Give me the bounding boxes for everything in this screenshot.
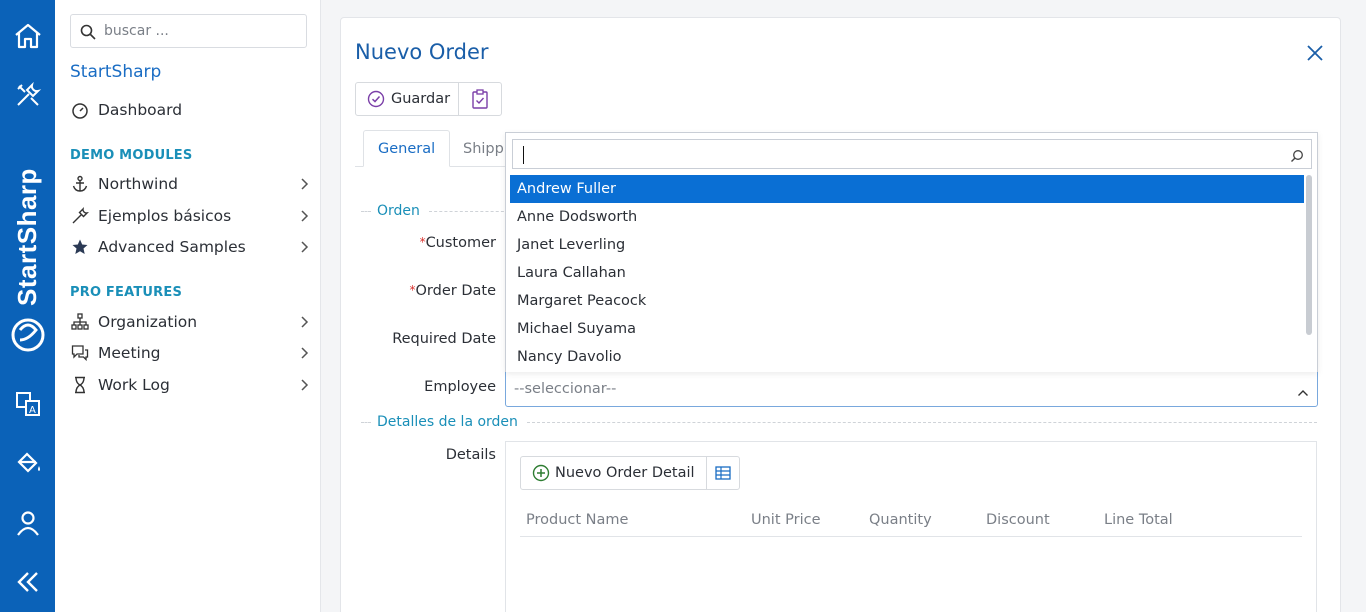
plus-circle-icon — [532, 464, 550, 482]
order-details-grid: Nuevo Order Detail Product Name Unit Pri… — [505, 441, 1317, 612]
search-placeholder: buscar ... — [104, 23, 169, 39]
category-details-label: Detalles de la orden — [377, 414, 518, 430]
section-pro-features: PRO FEATURES — [70, 285, 183, 300]
sidebar-item-label: Dashboard — [98, 101, 183, 119]
clipboard-check-icon — [471, 89, 489, 109]
collapse-icon[interactable] — [0, 560, 55, 604]
star-icon — [70, 237, 90, 257]
search-icon — [1290, 148, 1304, 167]
employee-option[interactable]: Anne Dodsworth — [510, 203, 1304, 231]
column-header-line-total[interactable]: Line Total — [1104, 512, 1173, 528]
order-date-label: *Order Date — [409, 283, 496, 299]
dropdown-search-input[interactable] — [512, 139, 1312, 169]
category-divider — [527, 422, 1317, 423]
category-divider — [361, 211, 371, 212]
sidebar-item-label: Advanced Samples — [98, 238, 246, 256]
chevron-right-icon — [300, 378, 310, 396]
category-divider — [429, 211, 509, 212]
brand-logo: StartSharp — [6, 148, 50, 358]
column-header-quantity[interactable]: Quantity — [869, 512, 932, 528]
chevron-right-icon — [300, 240, 310, 258]
new-order-detail-button[interactable]: Nuevo Order Detail — [520, 456, 707, 490]
chevron-right-icon — [300, 177, 310, 195]
paint-bucket-icon[interactable] — [0, 441, 55, 485]
sidebar: buscar ... StartSharp Dashboard DEMO MOD… — [55, 0, 321, 612]
column-header-discount[interactable]: Discount — [986, 512, 1050, 528]
anchor-icon — [70, 174, 90, 194]
chevron-right-icon — [300, 346, 310, 364]
category-order-label: Orden — [377, 203, 420, 219]
tools-small-icon — [70, 206, 90, 226]
employee-option[interactable]: Michael Suyama — [510, 315, 1304, 343]
save-button-label: Guardar — [391, 91, 451, 107]
details-label: Details — [445, 447, 496, 463]
gauge-icon — [70, 100, 90, 120]
employee-label: Employee — [424, 379, 496, 395]
close-icon[interactable] — [1306, 44, 1324, 66]
sidebar-item-label: Meeting — [98, 344, 161, 362]
employee-dropdown: Andrew Fuller Anne Dodsworth Janet Lever… — [505, 132, 1318, 372]
sidebar-item-dashboard[interactable]: Dashboard — [70, 97, 310, 123]
org-chart-icon — [70, 312, 90, 332]
sidebar-item-label: Organization — [98, 313, 198, 331]
sidebar-item-northwind[interactable]: Northwind — [70, 171, 310, 197]
chevron-right-icon — [300, 209, 310, 227]
chevron-right-icon — [300, 315, 310, 333]
tab-general[interactable]: General — [363, 130, 451, 167]
section-demo-modules: DEMO MODULES — [70, 148, 193, 163]
sidebar-item-label: Northwind — [98, 175, 178, 193]
new-order-detail-label: Nuevo Order Detail — [555, 465, 695, 481]
translate-icon[interactable]: A — [0, 382, 55, 426]
employee-select-value: --seleccionar-- — [514, 381, 617, 397]
sidebar-item-basic-samples[interactable]: Ejemplos básicos — [70, 203, 310, 229]
table-icon — [715, 466, 731, 480]
sidebar-item-advanced-samples[interactable]: Advanced Samples — [70, 234, 310, 260]
chevron-up-icon[interactable] — [1297, 383, 1309, 402]
employee-option[interactable]: Margaret Peacock — [510, 287, 1304, 315]
category-details: Detalles de la orden — [361, 413, 1321, 431]
order-dialog: Nuevo Order Guardar General Shippi Orden… — [340, 17, 1341, 612]
app-rail: StartSharp A — [0, 0, 55, 612]
required-date-label: Required Date — [392, 331, 496, 347]
dropdown-scrollbar[interactable] — [1306, 175, 1312, 335]
sidebar-item-label: Ejemplos básicos — [98, 207, 232, 225]
employee-select[interactable]: --seleccionar-- — [505, 371, 1318, 407]
save-button[interactable]: Guardar — [355, 82, 459, 116]
sidebar-brand-title[interactable]: StartSharp — [70, 62, 161, 82]
tools-icon[interactable] — [0, 73, 55, 117]
svg-text:A: A — [29, 405, 36, 416]
employee-option[interactable]: Nancy Davolio — [510, 343, 1304, 371]
sidebar-item-meeting[interactable]: Meeting — [70, 340, 310, 366]
rail-brand-text: StartSharp — [12, 168, 42, 306]
sidebar-search-input[interactable]: buscar ... — [70, 14, 307, 48]
dialog-title: Nuevo Order — [355, 40, 489, 64]
search-icon — [80, 24, 96, 44]
category-divider — [361, 422, 371, 423]
sidebar-item-work-log[interactable]: Work Log — [70, 372, 310, 398]
chat-icon — [70, 343, 90, 363]
column-picker-button[interactable] — [706, 456, 740, 490]
sidebar-item-label: Work Log — [98, 376, 170, 394]
sidebar-item-organization[interactable]: Organization — [70, 309, 310, 335]
customer-label: *Customer — [419, 235, 496, 251]
employee-option[interactable]: Laura Callahan — [510, 259, 1304, 287]
check-circle-icon — [367, 90, 385, 108]
hourglass-icon — [70, 375, 90, 395]
grid-header-divider — [520, 536, 1302, 537]
text-caret — [523, 146, 524, 164]
column-header-unit-price[interactable]: Unit Price — [751, 512, 821, 528]
home-icon[interactable] — [0, 14, 55, 58]
employee-option[interactable]: Janet Leverling — [510, 231, 1304, 259]
employee-option[interactable]: Andrew Fuller — [510, 175, 1304, 203]
user-icon[interactable] — [0, 501, 55, 545]
column-header-product-name[interactable]: Product Name — [526, 512, 628, 528]
apply-changes-button[interactable] — [458, 82, 502, 116]
